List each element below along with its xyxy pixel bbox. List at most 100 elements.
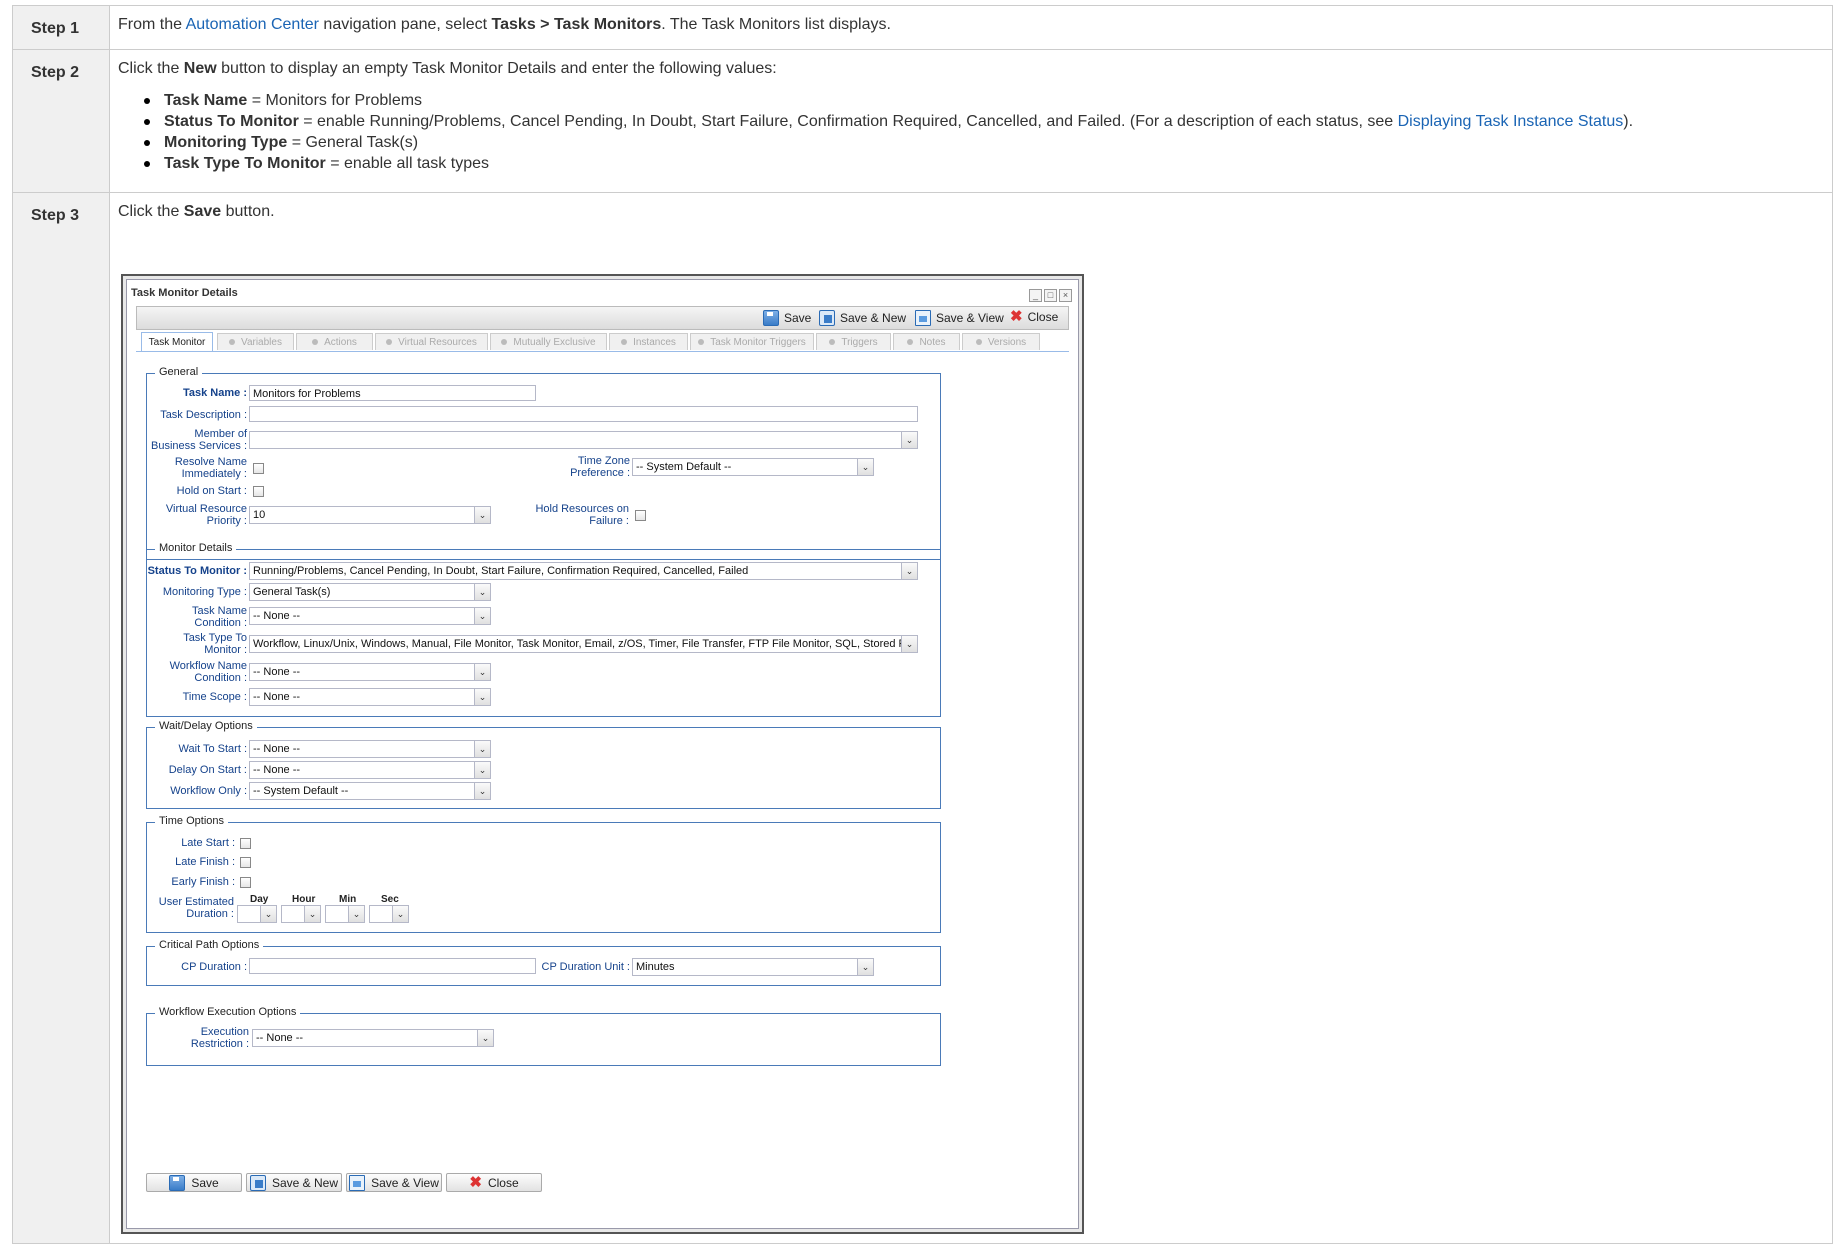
list-item: Task Name = Monitors for Problems: [144, 92, 1824, 110]
task-name-label: Task Name :: [183, 387, 247, 399]
chevron-down-icon: ⌄: [474, 689, 490, 705]
execution-restriction-label: Execution: [200, 1026, 249, 1038]
chevron-down-icon: ⌄: [901, 636, 917, 652]
late-finish-checkbox[interactable]: [240, 857, 251, 868]
day-select[interactable]: ⌄: [237, 905, 277, 923]
status-to-monitor-label: Status To Monitor :: [147, 565, 247, 577]
wait-to-start-select[interactable]: -- None -- ⌄: [249, 740, 491, 758]
tab-mutually-exclusive[interactable]: Mutually Exclusive: [490, 333, 607, 350]
toolbar-save-view-button[interactable]: Save & View: [915, 310, 1004, 326]
toolbar: Save Save & New Save & View ✖ Close: [136, 306, 1069, 330]
resolve-label: Resolve Name: [174, 456, 247, 468]
task-name-condition-label: Task Name: [191, 605, 247, 617]
bottom-close-button[interactable]: ✖ Close: [446, 1173, 542, 1192]
task-description-label: Task Description :: [160, 409, 247, 421]
tab-virtual-resources[interactable]: Virtual Resources: [375, 333, 488, 350]
chevron-down-icon: ⌄: [474, 507, 490, 523]
tab-instances[interactable]: Instances: [609, 333, 688, 350]
bottom-save-new-button[interactable]: Save & New: [246, 1173, 342, 1192]
field-value: = enable Running/Problems, Cancel Pendin…: [298, 113, 1398, 130]
automation-center-link[interactable]: Automation Center: [186, 16, 319, 33]
task-name-input[interactable]: Monitors for Problems: [249, 385, 536, 401]
sec-select[interactable]: ⌄: [369, 905, 409, 923]
button-label: Save & View: [371, 1175, 439, 1190]
business-services-select[interactable]: ⌄: [249, 431, 918, 449]
resolve-name-checkbox[interactable]: [253, 463, 264, 474]
cp-duration-unit-select[interactable]: Minutes ⌄: [632, 958, 874, 976]
select-value: Running/Problems, Cancel Pending, In Dou…: [253, 565, 749, 577]
button-label: Save & New: [271, 1175, 339, 1190]
delay-on-start-label: Delay On Start :: [168, 764, 247, 776]
early-finish-checkbox[interactable]: [240, 877, 251, 888]
select-value: -- None --: [253, 764, 301, 776]
toolbar-save-new-button[interactable]: Save & New: [819, 310, 906, 326]
tz-label: Preference :: [570, 467, 630, 479]
close-icon[interactable]: ×: [1059, 289, 1072, 302]
status-dot-icon: [907, 339, 914, 345]
chevron-down-icon: ⌄: [392, 906, 408, 922]
button-label: Save & New: [840, 311, 907, 325]
task-description-input[interactable]: [249, 406, 918, 422]
select-value: Workflow, Linux/Unix, Windows, Manual, F…: [253, 638, 918, 650]
window-body: Task Monitor Details _ □ × Save Save & N…: [126, 279, 1079, 1229]
toolbar-save-button[interactable]: Save: [763, 310, 811, 326]
min-select[interactable]: ⌄: [325, 905, 365, 923]
tab-versions[interactable]: Versions: [962, 333, 1040, 350]
field-name: Task Name: [164, 92, 248, 109]
minimize-icon[interactable]: _: [1029, 289, 1042, 302]
select-value: -- None --: [253, 691, 301, 703]
select-value: Minutes: [636, 961, 675, 973]
maximize-icon[interactable]: □: [1044, 289, 1057, 302]
chevron-down-icon: ⌄: [474, 584, 490, 600]
task-name-condition-select[interactable]: -- None -- ⌄: [249, 607, 491, 625]
select-value: -- None --: [253, 666, 301, 678]
sec-header: Sec: [381, 894, 399, 905]
time-zone-select[interactable]: -- System Default -- ⌄: [632, 458, 874, 476]
hold-resources-checkbox[interactable]: [635, 510, 646, 521]
window-controls: _ □ ×: [1029, 289, 1072, 302]
workflow-name-condition-select[interactable]: -- None -- ⌄: [249, 663, 491, 681]
task-type-to-monitor-select[interactable]: Workflow, Linux/Unix, Windows, Manual, F…: [249, 635, 918, 653]
bottom-save-button[interactable]: Save: [146, 1173, 242, 1192]
select-value: General Task(s): [253, 586, 331, 598]
task-monitor-details-window: Task Monitor Details _ □ × Save Save & N…: [121, 274, 1084, 1234]
wait-delay-fieldset: Wait/Delay Options Wait To Start : -- No…: [146, 720, 941, 809]
late-start-checkbox[interactable]: [240, 838, 251, 849]
min-header: Min: [339, 894, 357, 905]
status-dot-icon: [312, 339, 319, 345]
hold-resources-label: Hold Resources on: [535, 503, 629, 515]
day-header: Day: [250, 894, 269, 905]
tab-variables[interactable]: Variables: [217, 333, 294, 350]
general-fieldset: General Task Name : Monitors for Problem…: [146, 366, 941, 560]
tab-label: Triggers: [841, 336, 878, 348]
cp-duration-unit-label: CP Duration Unit :: [541, 961, 630, 973]
execution-restriction-select[interactable]: -- None -- ⌄: [252, 1029, 494, 1047]
hour-select[interactable]: ⌄: [281, 905, 321, 923]
tab-notes[interactable]: Notes: [893, 333, 960, 350]
tab-task-monitor[interactable]: Task Monitor: [141, 332, 213, 351]
save-view-icon: [915, 310, 931, 326]
step-text: Click the: [118, 203, 184, 220]
wait-to-start-label: Wait To Start :: [178, 743, 247, 755]
tab-task-monitor-triggers[interactable]: Task Monitor Triggers: [690, 333, 814, 350]
button-label: Close: [487, 1175, 519, 1190]
delay-on-start-select[interactable]: -- None -- ⌄: [249, 761, 491, 779]
tab-triggers[interactable]: Triggers: [816, 333, 891, 350]
displaying-task-instance-status-link[interactable]: Displaying Task Instance Status: [1398, 113, 1624, 130]
chevron-down-icon: ⌄: [474, 741, 490, 757]
tab-actions[interactable]: Actions: [296, 333, 373, 350]
virtual-resource-priority-select[interactable]: 10 ⌄: [249, 506, 491, 524]
workflow-only-select[interactable]: -- System Default -- ⌄: [249, 782, 491, 800]
toolbar-close-button[interactable]: ✖ Close: [1010, 309, 1058, 324]
time-scope-select[interactable]: -- None -- ⌄: [249, 688, 491, 706]
monitoring-type-select[interactable]: General Task(s) ⌄: [249, 583, 491, 601]
step-text: Click the: [118, 60, 184, 77]
bottom-save-view-button[interactable]: Save & View: [346, 1173, 442, 1192]
cp-duration-input[interactable]: [249, 958, 536, 974]
status-to-monitor-select[interactable]: Running/Problems, Cancel Pending, In Dou…: [249, 562, 918, 580]
chevron-down-icon: ⌄: [477, 1030, 493, 1046]
hold-on-start-checkbox[interactable]: [253, 486, 264, 497]
step-content: From the Automation Center navigation pa…: [110, 6, 1832, 49]
tab-bar: Task Monitor Variables Actions Virtual R…: [136, 331, 1069, 352]
field-value: = Monitors for Problems: [247, 92, 423, 109]
